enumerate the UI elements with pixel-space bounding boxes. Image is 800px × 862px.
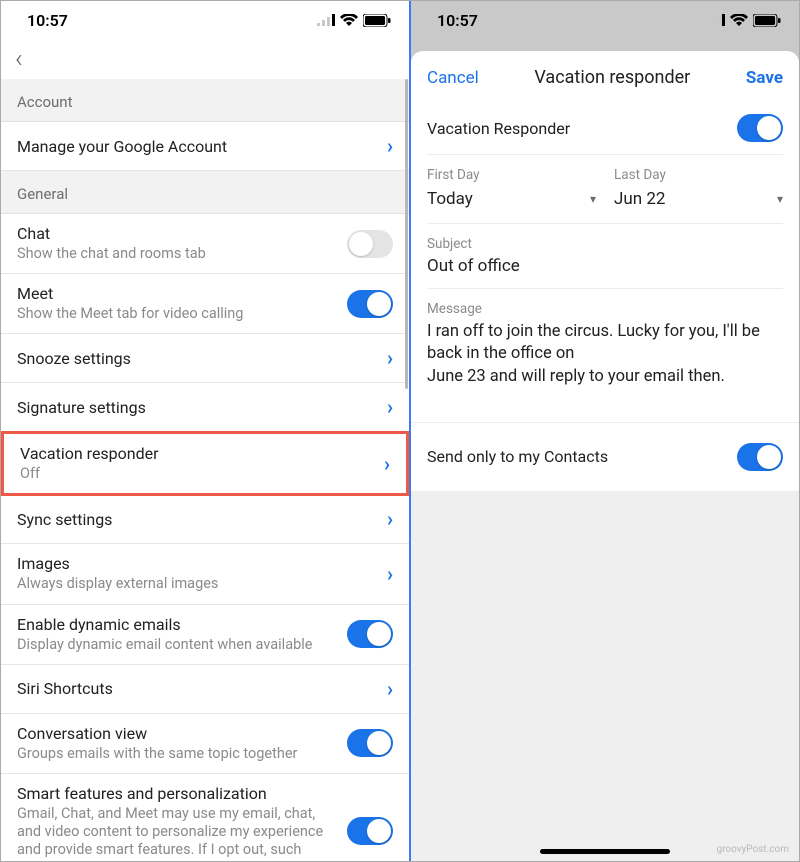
status-indicators xyxy=(707,14,781,27)
last-day-field[interactable]: Last Day Jun 22 ▾ xyxy=(614,167,783,209)
cellular-icon xyxy=(707,14,725,26)
row-title: Signature settings xyxy=(17,398,379,417)
toggle-conversation-view[interactable] xyxy=(347,729,393,757)
first-day-field[interactable]: First Day Today ▾ xyxy=(427,167,596,209)
status-bar-right: 10:57 xyxy=(411,1,799,39)
toggle-smart-features[interactable] xyxy=(347,817,393,845)
subject-field[interactable]: Subject Out of office xyxy=(427,224,783,289)
nav-bar: ‹ xyxy=(1,39,409,79)
battery-icon xyxy=(753,14,781,27)
row-title: Chat xyxy=(17,224,339,243)
chevron-right-icon: › xyxy=(387,134,393,158)
status-time: 10:57 xyxy=(27,11,68,30)
status-indicators xyxy=(317,14,391,27)
subject-value: Out of office xyxy=(427,256,783,276)
row-siri[interactable]: Siri Shortcuts › xyxy=(1,665,409,714)
row-title: Meet xyxy=(17,284,339,303)
row-subtitle: Groups emails with the same topic togeth… xyxy=(17,745,339,763)
row-title: Images xyxy=(17,554,379,573)
battery-icon xyxy=(363,14,391,27)
row-manage-account[interactable]: Manage your Google Account › xyxy=(1,122,409,171)
row-sync[interactable]: Sync settings › xyxy=(1,495,409,544)
row-title: Enable dynamic emails xyxy=(17,615,339,634)
row-subtitle: Gmail, Chat, and Meet may use my email, … xyxy=(17,805,339,861)
row-vacation-responder[interactable]: Vacation responder Off › xyxy=(1,431,409,496)
row-subtitle: Show the chat and rooms tab xyxy=(17,245,339,263)
message-label: Message xyxy=(427,301,783,317)
message-field[interactable]: Message I ran off to join the circus. Lu… xyxy=(427,289,783,400)
dropdown-caret-icon: ▾ xyxy=(777,192,783,206)
chevron-right-icon: › xyxy=(387,346,393,370)
toggle-contacts-only[interactable] xyxy=(737,443,783,471)
home-indicator[interactable] xyxy=(540,849,670,854)
row-subtitle: Always display external images xyxy=(17,575,379,593)
message-value: I ran off to join the circus. Lucky for … xyxy=(427,321,783,388)
row-title: Manage your Google Account xyxy=(17,137,379,156)
row-title: Vacation responder xyxy=(20,444,376,463)
row-chat[interactable]: Chat Show the chat and rooms tab xyxy=(1,214,409,274)
contacts-label: Send only to my Contacts xyxy=(427,447,608,466)
save-button[interactable]: Save xyxy=(746,68,783,88)
row-signature[interactable]: Signature settings › xyxy=(1,383,409,432)
back-button[interactable]: ‹ xyxy=(15,44,23,74)
row-title: Smart features and personalization xyxy=(17,784,339,803)
row-dynamic-emails[interactable]: Enable dynamic emails Display dynamic em… xyxy=(1,605,409,665)
row-send-only-contacts: Send only to my Contacts xyxy=(411,422,799,492)
settings-pane: 10:57 ‹ Account Manage your Google Accou… xyxy=(1,1,411,861)
row-snooze[interactable]: Snooze settings › xyxy=(1,334,409,383)
settings-scroll[interactable]: Account Manage your Google Account › Gen… xyxy=(1,79,409,861)
enable-label: Vacation Responder xyxy=(427,119,570,138)
section-general: General xyxy=(1,171,409,214)
subject-label: Subject xyxy=(427,236,783,252)
wifi-icon xyxy=(730,14,748,27)
row-title: Siri Shortcuts xyxy=(17,679,379,698)
chevron-right-icon: › xyxy=(387,562,393,586)
chevron-right-icon: › xyxy=(384,452,390,476)
chevron-right-icon: › xyxy=(387,395,393,419)
row-images[interactable]: Images Always display external images › xyxy=(1,544,409,604)
row-conversation-view[interactable]: Conversation view Groups emails with the… xyxy=(1,714,409,774)
last-day-value: Jun 22 xyxy=(614,189,665,209)
scrollbar[interactable] xyxy=(405,79,408,389)
dropdown-caret-icon: ▾ xyxy=(590,192,596,206)
first-day-value: Today xyxy=(427,189,473,209)
sheet-title: Vacation responder xyxy=(534,67,690,88)
row-title: Conversation view xyxy=(17,724,339,743)
row-title: Sync settings xyxy=(17,510,379,529)
row-meet[interactable]: Meet Show the Meet tab for video calling xyxy=(1,274,409,334)
vacation-responder-pane: 10:57 Cancel Vacation responder Save Vac… xyxy=(411,1,799,861)
row-subtitle: Off xyxy=(20,465,376,483)
row-subtitle: Show the Meet tab for video calling xyxy=(17,305,339,323)
row-smart-features[interactable]: Smart features and personalization Gmail… xyxy=(1,774,409,861)
cellular-icon xyxy=(317,14,335,26)
status-time: 10:57 xyxy=(437,11,478,30)
toggle-dynamic-emails[interactable] xyxy=(347,620,393,648)
row-subtitle: Display dynamic email content when avail… xyxy=(17,636,339,654)
watermark: groovyPost.com xyxy=(716,844,789,855)
empty-area xyxy=(411,492,799,861)
row-enable-responder: Vacation Responder xyxy=(427,100,783,155)
row-title: Snooze settings xyxy=(17,349,379,368)
toggle-vacation-responder[interactable] xyxy=(737,114,783,142)
last-day-label: Last Day xyxy=(614,167,783,183)
section-account: Account xyxy=(1,79,409,122)
chevron-right-icon: › xyxy=(387,677,393,701)
wifi-icon xyxy=(340,14,358,27)
vacation-responder-sheet: Cancel Vacation responder Save Vacation … xyxy=(411,51,799,861)
first-day-label: First Day xyxy=(427,167,596,183)
cancel-button[interactable]: Cancel xyxy=(427,68,479,88)
toggle-meet[interactable] xyxy=(347,290,393,318)
sheet-header: Cancel Vacation responder Save xyxy=(411,51,799,100)
toggle-chat[interactable] xyxy=(347,230,393,258)
chevron-right-icon: › xyxy=(387,507,393,531)
status-bar-left: 10:57 xyxy=(1,1,409,39)
